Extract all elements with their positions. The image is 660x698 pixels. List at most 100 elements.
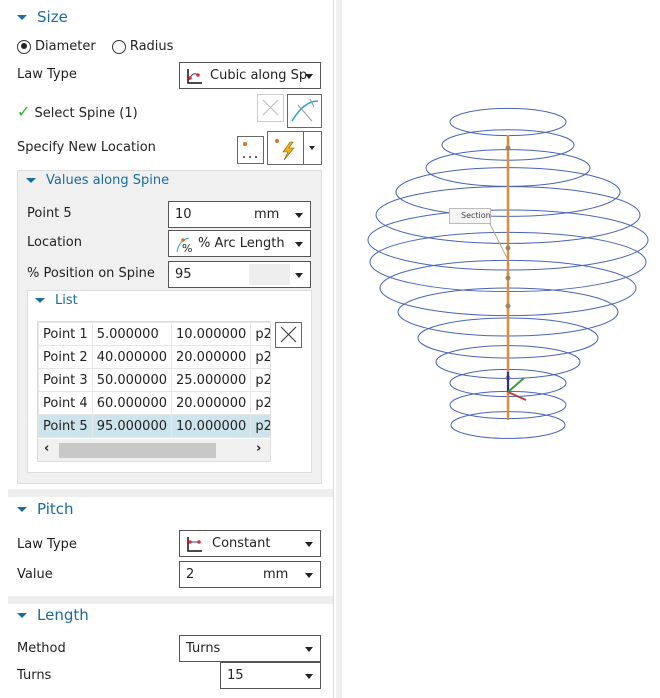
inferred-point-button[interactable] — [267, 131, 322, 165]
curve-select-button[interactable] — [287, 94, 322, 128]
section-label-tag[interactable]: Section — [449, 208, 491, 224]
check-icon: ✓ — [17, 102, 31, 121]
law-type-dropdown[interactable]: Cubic along Sp — [179, 62, 321, 89]
deselect-icon — [262, 99, 279, 116]
collapse-icon — [26, 178, 36, 183]
turns-value: 15 — [227, 668, 244, 683]
table-cell: p20 — [250, 345, 270, 369]
collapse-icon — [17, 613, 27, 618]
law-type-value: Constant — [212, 536, 271, 551]
law-type-value: Cubic along Sp — [210, 68, 308, 83]
table-cell: 25.000000 — [170, 368, 252, 392]
table-cell: 5.000000 — [91, 322, 173, 346]
table-cell: Point 3 — [38, 368, 93, 392]
unit: mm — [263, 567, 289, 582]
spine-point — [505, 275, 511, 281]
diameter-radio[interactable]: Diameter — [17, 39, 96, 54]
point-icon — [243, 142, 257, 158]
graphics-viewport[interactable] — [342, 0, 660, 698]
turns-input[interactable]: 15 — [220, 662, 321, 689]
law-type-label: Law Type — [17, 67, 77, 82]
table-cell: 20.000000 — [170, 345, 252, 369]
point-value-input[interactable]: 10 mm — [168, 201, 311, 228]
table-cell: Point 5 — [38, 414, 93, 438]
table-cell: 40.000000 — [91, 345, 173, 369]
table-cell: p21 — [250, 368, 270, 392]
unit: mm — [254, 207, 280, 222]
arc-length-icon: % — [176, 237, 192, 254]
method-dropdown[interactable]: Turns — [179, 635, 321, 662]
pitch-law-type-label: Law Type — [17, 537, 77, 552]
position-label: % Position on Spine — [27, 266, 155, 281]
scrollbar-thumb[interactable] — [59, 443, 216, 458]
collapse-icon — [35, 298, 45, 303]
pitch-value: 2 — [186, 567, 195, 582]
list-section-header[interactable]: List — [35, 293, 78, 308]
table-row[interactable]: Point 460.00000020.000000p20 — [38, 391, 270, 415]
chevron-down-icon — [305, 674, 313, 679]
deselect-button[interactable] — [257, 94, 284, 122]
chevron-down-icon — [305, 647, 313, 652]
chevron-down-icon[interactable] — [309, 146, 315, 150]
length-section-header[interactable]: Length — [17, 606, 89, 624]
collapse-icon — [17, 507, 27, 512]
values-section-header[interactable]: Values along Spine — [26, 173, 169, 188]
pitch-law-type-dropdown[interactable]: Constant — [179, 530, 321, 557]
points-table: Point 15.00000010.000000p20Point 240.000… — [37, 321, 271, 462]
section-title: Length — [37, 606, 89, 624]
location-value: % Arc Length — [198, 236, 285, 251]
section-title: Pitch — [37, 500, 74, 518]
scroll-right-arrow[interactable]: › — [256, 441, 261, 456]
method-label: Method — [17, 641, 66, 656]
point-value: 10 — [175, 207, 192, 222]
helix-turn — [449, 107, 567, 137]
scroll-left-arrow[interactable]: ‹ — [44, 441, 49, 456]
remove-point-button[interactable] — [275, 322, 302, 348]
table-row[interactable]: Point 350.00000025.000000p21 — [38, 368, 270, 392]
csys-axis — [507, 377, 525, 393]
chevron-down-icon — [295, 242, 303, 247]
table-cell: p20 — [250, 414, 270, 438]
spine-point — [505, 245, 511, 251]
law-cubic-icon — [187, 68, 202, 84]
point-dialog-button[interactable] — [237, 136, 264, 164]
chevron-down-icon — [305, 573, 313, 578]
table-cell: 10.000000 — [170, 322, 252, 346]
table-cell: Point 2 — [38, 345, 93, 369]
collapse-icon — [17, 15, 27, 20]
position-input[interactable]: 95 — [168, 261, 311, 288]
size-section-header[interactable]: Size — [17, 8, 68, 26]
close-icon — [280, 326, 297, 343]
chevron-down-icon — [295, 213, 303, 218]
radius-radio[interactable]: Radius — [111, 39, 174, 54]
table-row[interactable]: Point 15.00000010.000000p20 — [38, 322, 270, 346]
table-row[interactable]: Point 595.00000010.000000p20 — [38, 414, 270, 438]
section-title: List — [55, 293, 78, 308]
lightning-point-icon — [275, 139, 295, 161]
table-cell: 20.000000 — [170, 391, 252, 415]
svg-text:%: % — [182, 242, 192, 254]
chevron-down-icon — [305, 74, 313, 79]
leader-line — [489, 223, 509, 261]
radio-icon — [111, 39, 126, 54]
law-constant-icon — [187, 536, 202, 552]
table-cell: Point 1 — [38, 322, 93, 346]
table-cell: p20 — [250, 391, 270, 415]
table-cell: Point 4 — [38, 391, 93, 415]
horizontal-scrollbar[interactable]: ‹ › — [38, 439, 270, 461]
chevron-down-icon — [305, 542, 313, 547]
radio-label: Radius — [129, 39, 174, 54]
location-dropdown[interactable]: % % Arc Length — [168, 230, 311, 257]
table-cell: 60.000000 — [91, 391, 173, 415]
pitch-section-header[interactable]: Pitch — [17, 500, 74, 518]
pitch-value-label: Value — [17, 567, 53, 582]
section-title: Values along Spine — [46, 173, 170, 188]
method-value: Turns — [186, 641, 221, 656]
specify-location-label: Specify New Location — [17, 140, 156, 155]
position-value: 95 — [175, 267, 192, 282]
table-cell: p20 — [250, 322, 270, 346]
point-label: Point 5 — [27, 206, 72, 221]
radio-label: Diameter — [35, 39, 96, 54]
table-row[interactable]: Point 240.00000020.000000p20 — [38, 345, 270, 369]
pitch-value-input[interactable]: 2 mm — [179, 561, 321, 588]
